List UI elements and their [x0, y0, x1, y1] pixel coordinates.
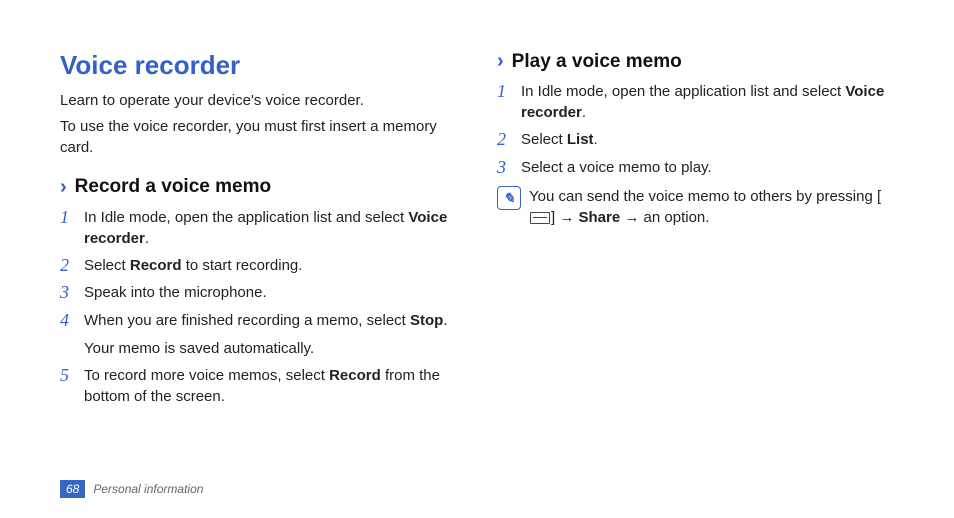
text: Select: [521, 131, 567, 148]
text: .: [145, 230, 149, 247]
step-number: 2: [497, 129, 515, 151]
text: .: [443, 312, 447, 329]
page-title: Voice recorder: [60, 50, 457, 81]
step-text: In Idle mode, open the application list …: [84, 207, 457, 249]
step-text: To record more voice memos, select Recor…: [84, 365, 457, 407]
play-step-1: 1 In Idle mode, open the application lis…: [497, 81, 894, 123]
record-memo-heading-text: Record a voice memo: [75, 176, 271, 198]
step-number: 1: [497, 81, 515, 103]
text: When you are finished recording a memo, …: [84, 312, 410, 329]
note-text: You can send the voice memo to others by…: [529, 186, 894, 228]
play-step-3: 3 Select a voice memo to play.: [497, 157, 894, 179]
share-note: ✎ You can send the voice memo to others …: [497, 186, 894, 228]
step-number: 4: [60, 310, 78, 332]
bold-text: Record: [130, 257, 182, 274]
play-memo-heading-text: Play a voice memo: [512, 51, 682, 73]
right-column: › Play a voice memo 1 In Idle mode, open…: [497, 50, 894, 460]
text: .: [594, 131, 598, 148]
two-column-layout: Voice recorder Learn to operate your dev…: [60, 50, 894, 460]
bold-text: List: [567, 131, 594, 148]
record-step-5: 5 To record more voice memos, select Rec…: [60, 365, 457, 407]
manual-page: Voice recorder Learn to operate your dev…: [0, 0, 954, 518]
record-step-3: 3 Speak into the microphone.: [60, 282, 457, 304]
step-number: 3: [497, 157, 515, 179]
bold-text: Stop: [410, 312, 443, 329]
play-step-2: 2 Select List.: [497, 129, 894, 151]
bold-text: Share: [579, 209, 621, 226]
intro-line-2: To use the voice recorder, you must firs…: [60, 117, 457, 158]
step-number: 1: [60, 207, 78, 229]
footer-section-name: Personal information: [93, 482, 203, 496]
step-number: 2: [60, 255, 78, 277]
intro-line-1: Learn to operate your device's voice rec…: [60, 91, 457, 111]
text: .: [582, 104, 586, 121]
record-step-1: 1 In Idle mode, open the application lis…: [60, 207, 457, 249]
page-footer: 68 Personal information: [60, 480, 894, 498]
record-step-4: 4 When you are finished recording a memo…: [60, 310, 457, 332]
chevron-right-icon: ›: [60, 176, 67, 199]
text: → an option.: [620, 209, 709, 226]
step-text: Select List.: [521, 129, 598, 150]
text: In Idle mode, open the application list …: [84, 209, 408, 226]
step-text: Speak into the microphone.: [84, 282, 267, 303]
step-text: Select a voice memo to play.: [521, 157, 712, 178]
text: to start recording.: [182, 257, 303, 274]
note-icon: ✎: [497, 186, 521, 210]
step-number: 5: [60, 365, 78, 387]
play-steps-list: 1 In Idle mode, open the application lis…: [497, 81, 894, 178]
record-step-2: 2 Select Record to start recording.: [60, 255, 457, 277]
record-steps-list-cont: 5 To record more voice memos, select Rec…: [60, 365, 457, 407]
text: You can send the voice memo to others by…: [529, 188, 881, 205]
record-memo-heading: › Record a voice memo: [60, 176, 457, 199]
bold-text: Record: [329, 367, 381, 384]
chevron-right-icon: ›: [497, 50, 504, 73]
page-number-badge: 68: [60, 480, 85, 498]
text: In Idle mode, open the application list …: [521, 83, 845, 100]
step-text: In Idle mode, open the application list …: [521, 81, 894, 123]
left-column: Voice recorder Learn to operate your dev…: [60, 50, 457, 460]
text: ] →: [551, 209, 579, 226]
step-text: Select Record to start recording.: [84, 255, 302, 276]
record-steps-list: 1 In Idle mode, open the application lis…: [60, 207, 457, 332]
text: Select: [84, 257, 130, 274]
step-text: When you are finished recording a memo, …: [84, 310, 448, 331]
step-number: 3: [60, 282, 78, 304]
record-step-4-sub: Your memo is saved automatically.: [84, 338, 457, 359]
play-memo-heading: › Play a voice memo: [497, 50, 894, 73]
menu-key-icon: [530, 212, 550, 224]
text: To record more voice memos, select: [84, 367, 329, 384]
